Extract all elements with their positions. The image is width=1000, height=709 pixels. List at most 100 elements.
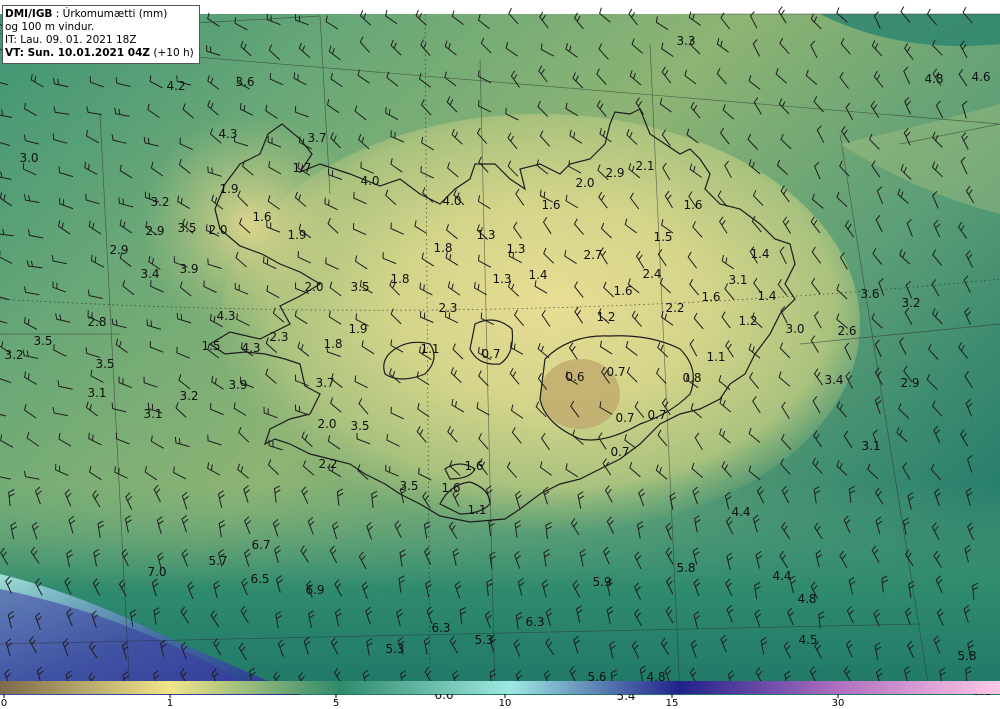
precip-value-label: 3.6 [235, 75, 254, 89]
precip-value-label: 0.7 [610, 445, 629, 459]
precip-value-label: 6.9 [305, 583, 324, 597]
precip-value-label: 0.7 [615, 411, 634, 425]
precip-value-label: 2.8 [87, 315, 106, 329]
precip-value-label: 6.5 [250, 572, 269, 586]
precip-value-label: 2.1 [635, 159, 654, 173]
precip-value-label: 3.7 [315, 376, 334, 390]
precip-value-label: 6.7 [251, 538, 270, 552]
precip-value-label: 3.9 [228, 378, 247, 392]
precip-value-label: 3.1 [861, 439, 880, 453]
precip-value-label: 2.9 [900, 376, 919, 390]
precip-value-label: 1.4 [528, 268, 547, 282]
precip-value-label: 1.3 [492, 272, 511, 286]
precip-value-label: 2.3 [438, 301, 457, 315]
precip-value-label: 1.4 [757, 289, 776, 303]
precip-value-label: 1.8 [390, 272, 409, 286]
precip-value-label: 2.6 [837, 324, 856, 338]
precip-value-label: 4.4 [772, 569, 791, 583]
precip-value-label: 1.1 [467, 503, 486, 517]
scale-tick-label: 1 [167, 698, 173, 709]
valid-time-label: VT: Sun. 10.01.2021 04Z [5, 47, 151, 59]
precip-value-label: 1.6 [613, 284, 632, 298]
precip-value-label: 0.8 [682, 371, 701, 385]
map-legend: DMI/IGB : Úrkomumætti (mm) og 100 m vind… [2, 5, 200, 64]
precip-value-label: 1.5 [201, 339, 220, 353]
color-scale: 0 1 5 10 15 30 [0, 681, 1000, 709]
precip-value-label: 4.6 [971, 70, 990, 84]
precip-value-label: 2.9 [605, 166, 624, 180]
precip-value-label: 3.1 [143, 407, 162, 421]
agency-label: DMI/IGB [5, 8, 53, 20]
precip-value-label: 4.4 [731, 505, 750, 519]
precip-value-label: 5.3 [474, 633, 493, 647]
precip-value-label: 3.9 [179, 262, 198, 276]
scale-tick-label: 15 [666, 698, 679, 709]
precip-value-label: 2.2 [318, 457, 337, 471]
precip-value-label: 4.3 [241, 341, 260, 355]
valid-offset-label: (+10 h) [153, 47, 194, 59]
precip-value-label: 3.5 [177, 221, 196, 235]
precip-value-label: 3.2 [150, 195, 169, 209]
precip-value-label: 2.3 [269, 330, 288, 344]
precip-value-label: 4.5 [798, 633, 817, 647]
precip-value-label: 3.5 [399, 479, 418, 493]
precip-value-label: 2.9 [145, 224, 164, 238]
precip-value-label: 1.3 [506, 242, 525, 256]
precip-value-label: 1.4 [750, 247, 769, 261]
precip-value-label: 4.8 [924, 72, 943, 86]
precip-value-label: 1.6 [541, 198, 560, 212]
precip-value-label: 1.9 [287, 228, 306, 242]
precip-value-label: 3.5 [350, 419, 369, 433]
precip-value-label: 2.0 [575, 176, 594, 190]
precip-value-label: 6.3 [525, 615, 544, 629]
precip-value-label: 4.8 [797, 592, 816, 606]
precip-value-label: 1.6 [252, 210, 271, 224]
precip-value-label: 2.2 [665, 301, 684, 315]
precip-value-label: 3.3 [676, 34, 695, 48]
precip-value-label: 1.7 [292, 161, 311, 175]
precip-value-label: 1.2 [738, 314, 757, 328]
precip-value-label: 4.0 [442, 194, 461, 208]
precip-value-label: 2.0 [317, 417, 336, 431]
precip-value-label: 5.8 [676, 561, 695, 575]
precip-value-label: 2.4 [642, 267, 661, 281]
precip-value-label: 1.1 [420, 342, 439, 356]
precip-value-label: 0.7 [606, 365, 625, 379]
precip-value-label: 2.0 [208, 223, 227, 237]
precip-value-label: 0.7 [647, 408, 666, 422]
precip-value-label: 1.9 [348, 322, 367, 336]
precip-value-label: 4.3 [218, 127, 237, 141]
precip-value-label: 0.7 [481, 347, 500, 361]
precip-value-label: 5.3 [385, 642, 404, 656]
precip-value-label: 5.8 [957, 649, 976, 663]
precip-value-label: 5.7 [208, 554, 227, 568]
precip-value-label: 3.7 [307, 131, 326, 145]
precip-value-label: 6.3 [431, 621, 450, 635]
precip-value-label: 1.1 [706, 350, 725, 364]
precip-value-label: 2.9 [109, 243, 128, 257]
precip-value-label: 1.9 [219, 182, 238, 196]
precip-value-label: 3.5 [350, 280, 369, 294]
subtitle-label: og 100 m vindur. [5, 21, 95, 33]
title-label: : Úrkomumætti (mm) [55, 8, 168, 20]
init-time-label: IT: Lau. 09. 01. 2021 18Z [5, 34, 137, 46]
precip-value-label: 3.2 [4, 348, 23, 362]
precip-value-label: 1.6 [464, 459, 483, 473]
color-gradient [0, 681, 1000, 694]
precip-value-label: 0.6 [565, 370, 584, 384]
precip-value-label: 3.4 [824, 373, 843, 387]
precip-value-label: 1.6 [701, 290, 720, 304]
precip-value-label: 1.8 [323, 337, 342, 351]
precip-value-label: 3.0 [19, 151, 38, 165]
precip-value-label: 1.2 [596, 310, 615, 324]
precip-value-label: 1.8 [433, 241, 452, 255]
precip-value-label: 1.6 [683, 198, 702, 212]
scale-tick-label: 0 [1, 698, 7, 709]
precip-value-label: 3.0 [785, 322, 804, 336]
precip-value-label: 2.7 [583, 248, 602, 262]
precip-value-label: 3.1 [87, 386, 106, 400]
precip-value-label: 3.5 [95, 357, 114, 371]
precip-value-label: 7.0 [147, 565, 166, 579]
precip-value-label: 1.3 [476, 228, 495, 242]
precip-value-label: 2.0 [304, 280, 323, 294]
